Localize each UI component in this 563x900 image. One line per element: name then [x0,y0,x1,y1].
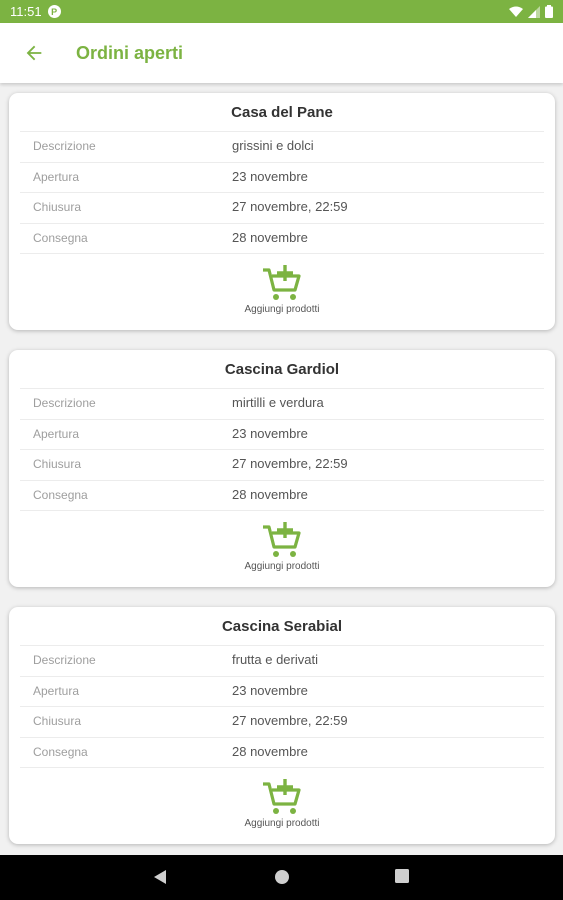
order-card: Casa del Pane Descrizione grissini e dol… [9,93,555,330]
order-row-opening: Apertura 23 novembre [20,419,544,449]
add-products-label: Aggiungi prodotti [244,818,320,829]
order-row-description: Descrizione mirtilli e verdura [20,388,544,418]
add-to-cart-icon [263,265,301,300]
row-value: 28 novembre [232,487,308,502]
row-value: frutta e derivati [232,652,318,667]
row-value: mirtilli e verdura [232,395,324,410]
row-label: Chiusura [33,200,82,214]
divider [20,253,544,254]
order-name: Cascina Serabial [221,618,343,635]
row-value: 27 novembre, 22:59 [232,713,348,728]
orders-list[interactable]: Casa del Pane Descrizione grissini e dol… [0,83,563,855]
order-row-description: Descrizione frutta e derivati [20,645,544,675]
row-value: 23 novembre [232,683,308,698]
status-bar: 11:51 P [0,0,563,23]
nav-home-icon[interactable] [274,869,290,885]
battery-icon [545,5,553,18]
row-value: 28 novembre [232,230,308,245]
row-value: 23 novembre [232,426,308,441]
row-label: Chiusura [33,714,82,728]
nav-back-icon[interactable] [153,869,167,885]
row-value: 28 novembre [232,744,308,759]
row-label: Chiusura [33,457,82,471]
app-bar: Ordini aperti [0,23,563,83]
row-label: Descrizione [33,139,96,153]
row-value: 23 novembre [232,169,308,184]
page-title: Ordini aperti [76,42,184,63]
order-card: Cascina Serabial Descrizione frutta e de… [9,607,555,844]
order-row-delivery: Consegna 28 novembre [20,737,544,767]
row-value: grissini e dolci [232,138,314,153]
row-value: 27 novembre, 22:59 [232,199,348,214]
add-products-button[interactable]: Aggiungi prodotti [9,263,555,323]
row-label: Descrizione [33,653,96,667]
row-label: Consegna [33,231,88,245]
order-name: Casa del Pane [231,104,333,121]
row-label: Apertura [33,427,80,441]
add-products-label: Aggiungi prodotti [244,304,320,315]
wifi-icon [509,6,523,17]
order-row-delivery: Consegna 28 novembre [20,223,544,253]
status-time: 11:51 [10,4,42,19]
arrow-back-icon[interactable] [23,42,45,64]
order-name: Cascina Gardiol [224,361,340,378]
system-navigation-bar [0,855,563,900]
order-row-opening: Apertura 23 novembre [20,162,544,192]
row-label: Apertura [33,684,80,698]
add-products-button[interactable]: Aggiungi prodotti [9,520,555,580]
add-products-label: Aggiungi prodotti [244,561,320,572]
order-row-closing: Chiusura 27 novembre, 22:59 [20,706,544,736]
notification-icon: P [47,5,61,18]
add-to-cart-icon [263,779,301,814]
order-row-closing: Chiusura 27 novembre, 22:59 [20,192,544,222]
nav-recents-icon[interactable] [395,869,409,883]
signal-icon [528,5,540,18]
row-label: Consegna [33,488,88,502]
divider [20,767,544,768]
order-row-opening: Apertura 23 novembre [20,676,544,706]
order-card: Cascina Gardiol Descrizione mirtilli e v… [9,350,555,587]
add-to-cart-icon [263,522,301,557]
add-products-button[interactable]: Aggiungi prodotti [9,777,555,837]
order-row-description: Descrizione grissini e dolci [20,131,544,161]
order-row-closing: Chiusura 27 novembre, 22:59 [20,449,544,479]
row-value: 27 novembre, 22:59 [232,456,348,471]
row-label: Descrizione [33,396,96,410]
status-icons [509,5,553,18]
row-label: Apertura [33,170,80,184]
divider [20,510,544,511]
order-row-delivery: Consegna 28 novembre [20,480,544,510]
row-label: Consegna [33,745,88,759]
